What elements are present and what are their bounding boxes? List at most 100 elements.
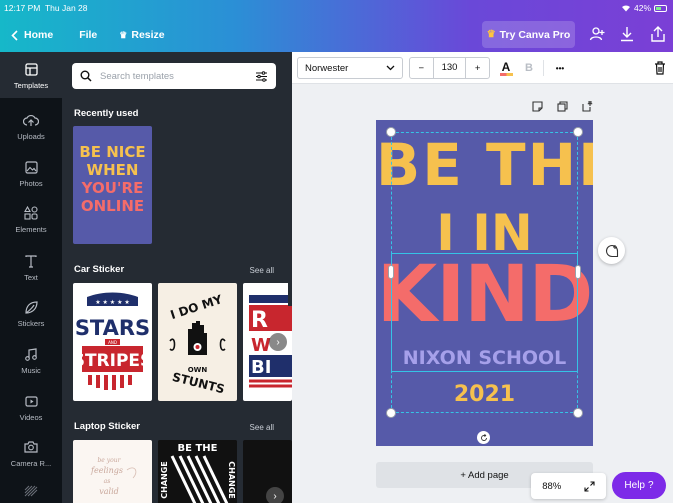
home-button[interactable]: Home: [11, 29, 53, 41]
resize-button[interactable]: ♛ Resize: [119, 29, 164, 41]
zoom-control[interactable]: 88%: [531, 473, 606, 499]
side-rail: Templates Uploads Photos Elements Text S…: [0, 52, 62, 503]
recent-thumb-text: BE NICE WHEN YOU'RE ONLINE: [73, 143, 152, 215]
rail-templates[interactable]: Templates: [0, 52, 62, 98]
crown-icon: ♛: [119, 29, 128, 40]
scroll-right-icon[interactable]: ›: [266, 487, 284, 503]
section-laptop-sticker: Laptop Sticker: [74, 421, 140, 432]
rail-stickers[interactable]: Stickers: [0, 298, 62, 328]
rail-label: Stickers: [17, 319, 45, 328]
rail-music[interactable]: Music: [0, 345, 62, 375]
laptop-sticker-word: as: [104, 478, 111, 485]
battery-percent: 42%: [633, 3, 651, 13]
recent-template-thumb[interactable]: BE NICE WHEN YOU'RE ONLINE: [73, 126, 152, 244]
music-icon: [25, 345, 37, 363]
templates-icon: [24, 60, 38, 78]
sticker-icon: [24, 298, 38, 316]
car-sticker-stars-stripes[interactable]: ★ ★ ★ ★ ★ STARS AND STRIPES: [73, 283, 152, 401]
car-sticker-word: BI: [251, 357, 271, 378]
rail-uploads[interactable]: Uploads: [0, 111, 62, 141]
svg-text:CHANGE: CHANGE: [227, 461, 236, 498]
font-family-select[interactable]: Norwester: [297, 57, 403, 79]
share-icon[interactable]: [648, 24, 668, 44]
laptop-sticker-word: CHANGE: [160, 461, 169, 498]
rail-text[interactable]: Text: [0, 252, 62, 282]
note-icon[interactable]: [532, 101, 543, 112]
rail-camera-roll[interactable]: Camera R...: [0, 438, 62, 468]
more-options-button[interactable]: •••: [550, 58, 570, 78]
home-label: Home: [24, 29, 54, 41]
file-menu[interactable]: File: [79, 29, 97, 41]
search-templates-input[interactable]: Search templates: [72, 63, 276, 89]
laptop-sticker-word: BE THE: [178, 443, 218, 454]
page-tools: [532, 101, 593, 115]
chevron-down-icon: [386, 65, 395, 71]
search-icon: [80, 70, 92, 82]
laptop-sticker-word: feelings: [90, 466, 123, 475]
side-resize-handle[interactable]: [576, 266, 580, 278]
laptop-sticker-feelings[interactable]: be your feelings as valid: [73, 440, 152, 503]
car-sticker-word: STRIPES: [73, 351, 152, 371]
car-sticker-see-all[interactable]: See all: [250, 266, 274, 275]
car-sticker-word: AND: [108, 340, 117, 345]
car-sticker-own-stunts[interactable]: I DO MY OWN STUNTS: [158, 283, 237, 401]
rail-label: Templates: [13, 81, 49, 90]
side-resize-handle[interactable]: [389, 266, 393, 278]
help-button[interactable]: Help ?: [612, 472, 666, 499]
camera-icon: [24, 438, 38, 456]
rail-label: Camera R...: [10, 459, 52, 468]
rotate-handle-icon[interactable]: [477, 431, 490, 444]
rail-elements[interactable]: Elements: [0, 204, 62, 234]
recent-thumb-line: BE NICE: [79, 143, 146, 161]
text-color-button[interactable]: A: [496, 58, 516, 78]
trash-icon[interactable]: [652, 58, 668, 78]
elements-icon: [24, 204, 38, 222]
laptop-sticker-see-all[interactable]: See all: [250, 423, 274, 432]
status-time: 12:17 PM Thu Jan 28: [4, 3, 88, 13]
chevron-left-icon: [11, 29, 18, 41]
add-comment-icon[interactable]: [598, 237, 625, 264]
rail-label: Videos: [19, 413, 43, 422]
download-icon[interactable]: [617, 24, 637, 44]
resize-handle[interactable]: [574, 409, 582, 417]
status-right: 42%: [621, 3, 667, 13]
be-the-change-art: BE THE CHANGE CHANGE: [158, 440, 237, 503]
car-sticker-word: OWN: [188, 366, 208, 374]
rail-videos[interactable]: Videos: [0, 392, 62, 422]
try-pro-button[interactable]: ♛ Try Canva Pro: [482, 21, 575, 48]
car-sticker-word: W: [251, 335, 271, 356]
increase-size-button[interactable]: +: [466, 63, 489, 74]
filter-icon[interactable]: [255, 70, 268, 82]
font-size-value[interactable]: 130: [432, 58, 467, 78]
rail-label: Music: [21, 366, 41, 375]
scroll-right-icon[interactable]: ›: [269, 333, 287, 351]
rail-label: Photos: [19, 179, 43, 188]
car-sticker-partial[interactable]: R W BI ›: [243, 283, 292, 401]
rail-label: Elements: [15, 225, 47, 234]
car-sticker-word: STARS: [75, 316, 150, 340]
bold-button[interactable]: B: [521, 58, 537, 78]
laptop-sticker-partial[interactable]: ›: [243, 440, 292, 503]
svg-text:★ ★ ★ ★ ★: ★ ★ ★ ★ ★: [95, 299, 130, 306]
resize-handle[interactable]: [574, 128, 582, 136]
stars-stripes-art: ★ ★ ★ ★ ★ STARS AND STRIPES: [73, 292, 152, 390]
text-toolbar: Norwester − 130 + A B •••: [292, 52, 673, 84]
top-nav: Home File ♛ Resize: [0, 26, 165, 44]
share-people-icon[interactable]: [588, 24, 608, 44]
section-car-sticker: Car Sticker: [74, 264, 125, 275]
more-apps-icon[interactable]: [24, 484, 38, 502]
upload-icon: [23, 111, 39, 129]
photo-icon: [24, 158, 38, 176]
text-color-swatch: [499, 72, 513, 76]
fullscreen-icon[interactable]: [584, 480, 595, 492]
text-icon: [25, 252, 37, 270]
laptop-sticker-be-the-change[interactable]: BE THE CHANGE CHANGE: [158, 440, 237, 503]
duplicate-page-icon[interactable]: [557, 101, 568, 112]
resize-handle[interactable]: [387, 409, 395, 417]
rail-label: Uploads: [17, 132, 45, 141]
decrease-size-button[interactable]: −: [410, 63, 433, 74]
rail-photos[interactable]: Photos: [0, 158, 62, 188]
resize-handle[interactable]: [387, 128, 395, 136]
add-page-icon[interactable]: [582, 101, 593, 112]
text-selection-box: [391, 253, 578, 372]
